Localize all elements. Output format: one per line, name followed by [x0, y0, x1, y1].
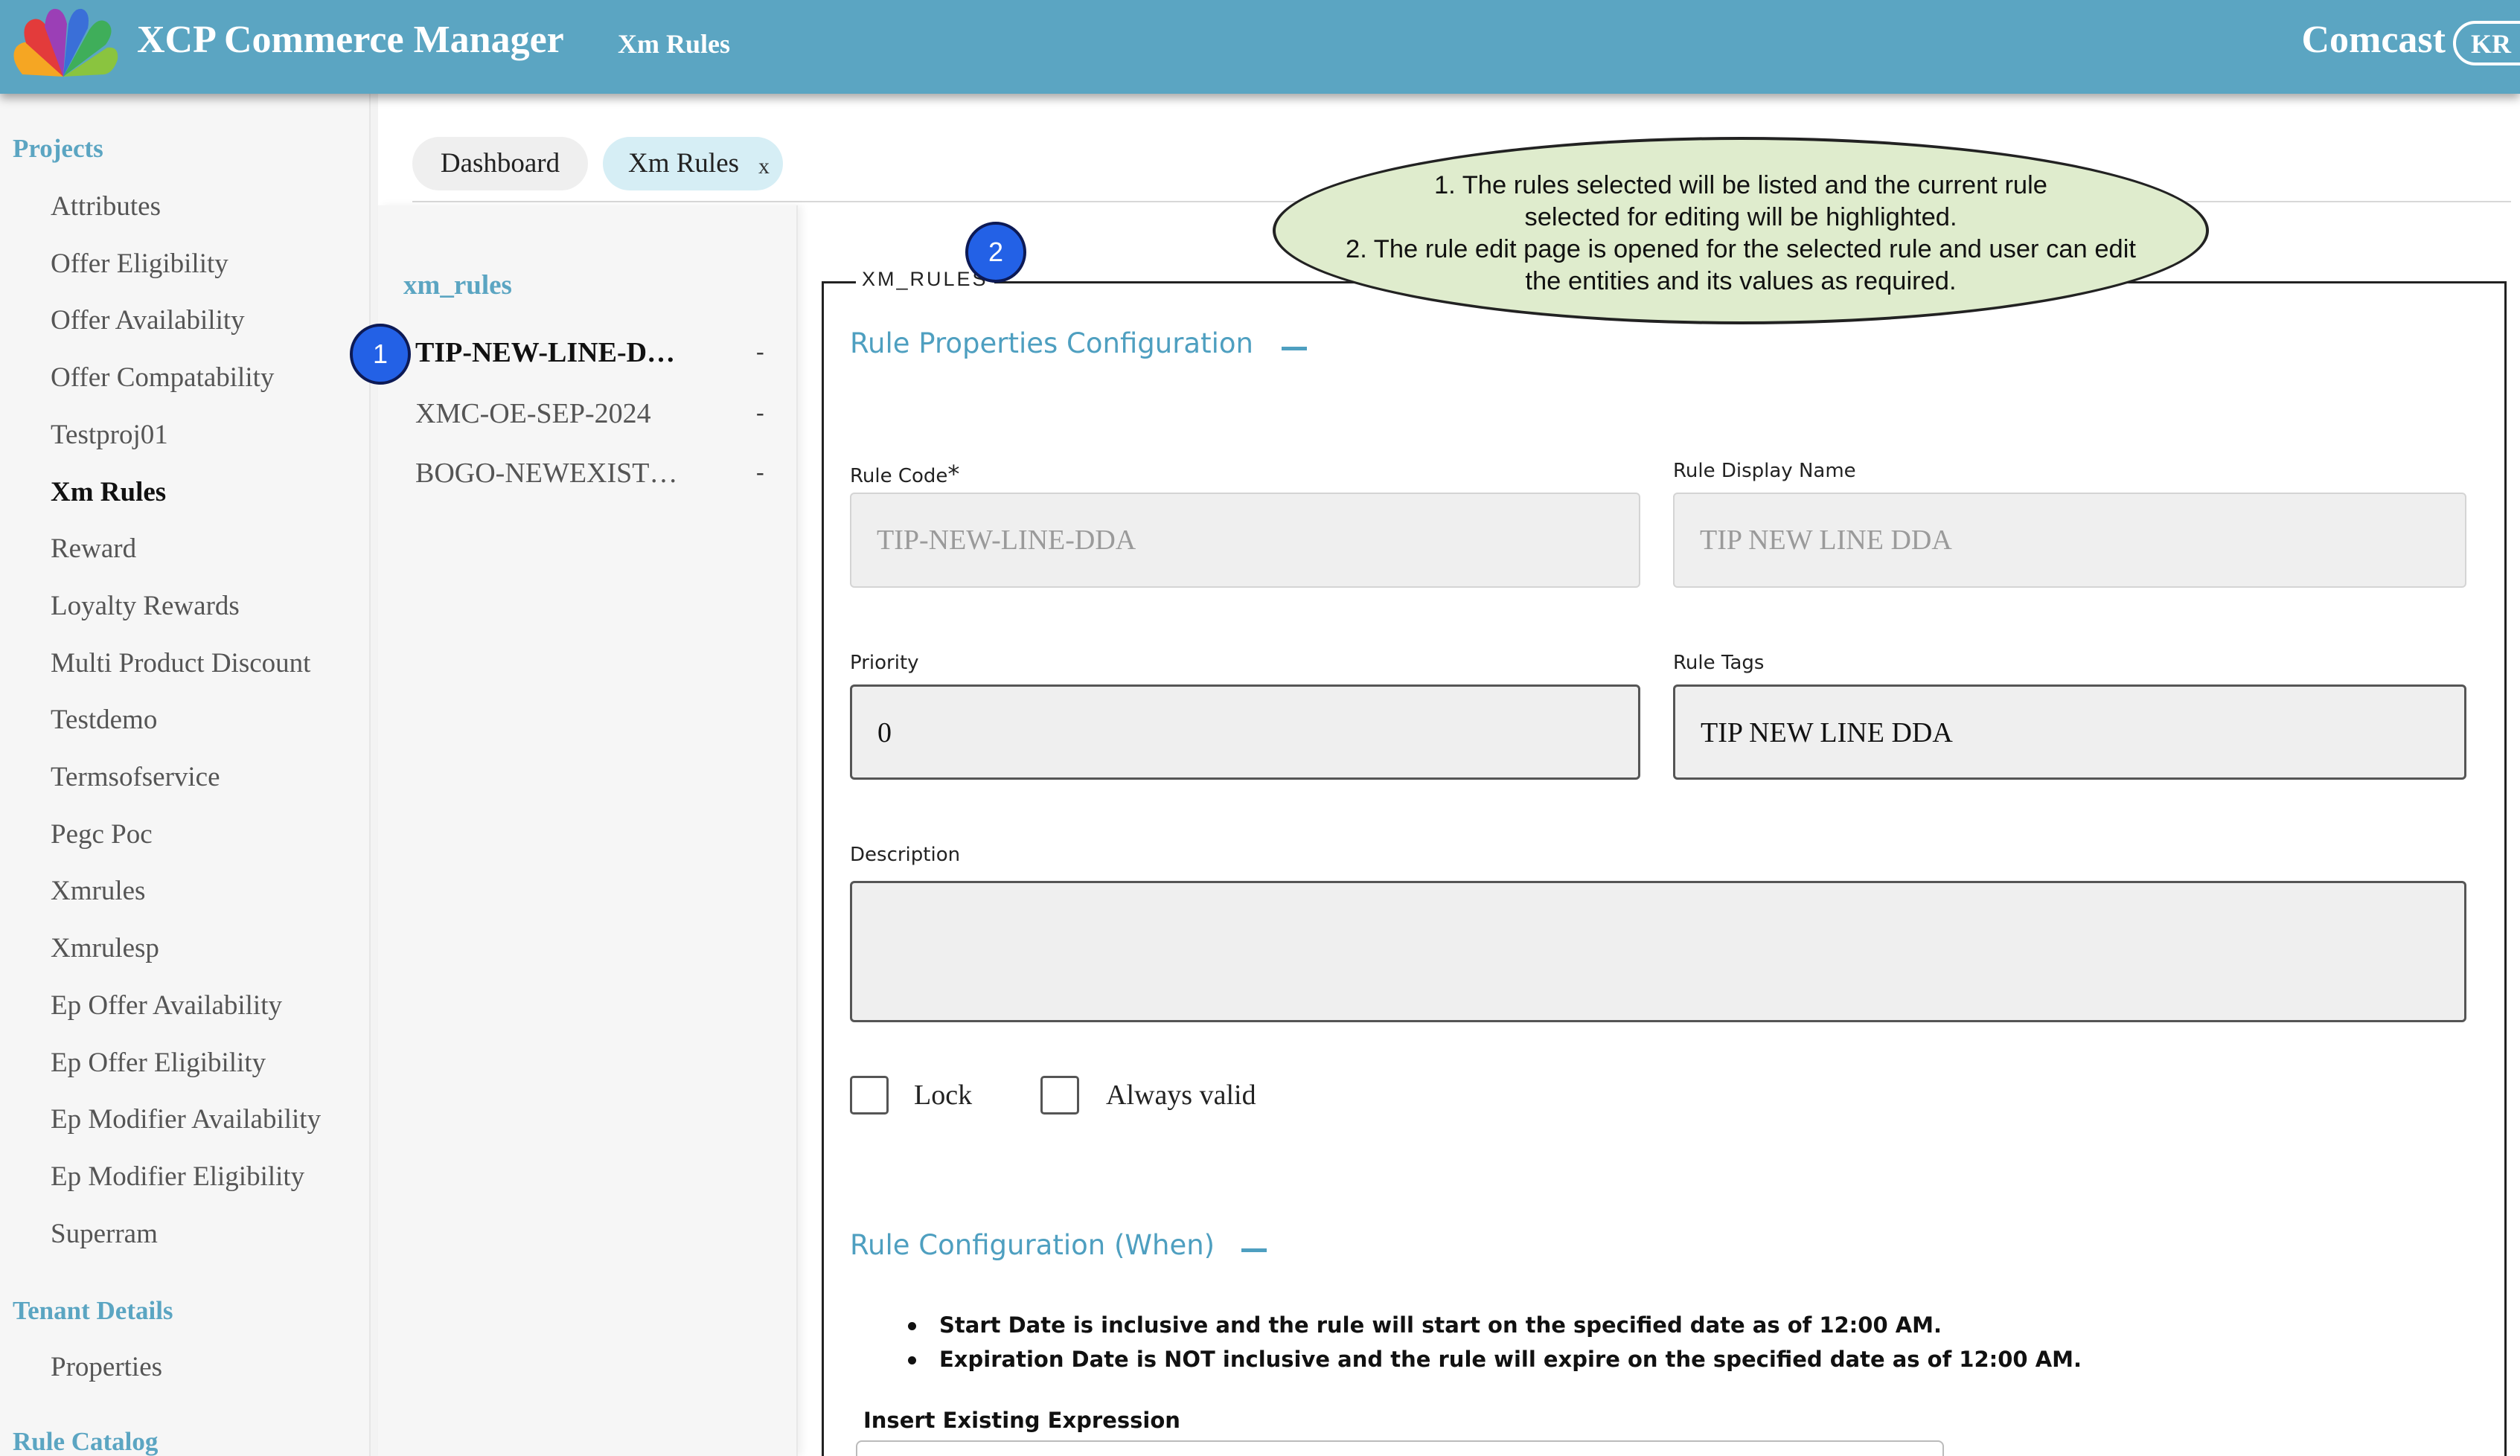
callout-line: selected for editing will be highlighted… [1524, 203, 1957, 231]
sidebar-item-pegc-poc[interactable]: Pegc Poc [51, 818, 153, 850]
rule-item-remove-button[interactable]: - [756, 338, 764, 365]
tab-close-icon[interactable]: x [758, 140, 770, 193]
sidebar-item-xmrulesp[interactable]: Xmrulesp [51, 932, 159, 964]
callout-line: the entities and its values as required. [1525, 267, 1957, 295]
sidebar-item-ep-offer-eligibility[interactable]: Ep Offer Eligibility [51, 1047, 266, 1079]
sidebar-section-rule-catalog[interactable]: Rule Catalog [13, 1427, 158, 1456]
sidebar-item-offer-compatability[interactable]: Offer Compatability [51, 362, 274, 394]
rule-display-name-label: Rule Display Name [1673, 460, 1856, 482]
note-start-date: Start Date is inclusive and the rule wil… [939, 1312, 1942, 1338]
peacock-logo-icon[interactable] [7, 6, 119, 80]
sidebar-item-superram[interactable]: Superram [51, 1218, 158, 1250]
rule-item[interactable]: BOGO-NEWEXIST… [415, 457, 678, 490]
annotation-marker-1: 1 [350, 324, 411, 385]
bullet-dot [908, 1356, 916, 1364]
lock-label[interactable]: Lock [914, 1079, 972, 1112]
rule-tags-label: Rule Tags [1673, 652, 1765, 674]
always-valid-checkbox[interactable] [1040, 1076, 1079, 1115]
section-title-rule-properties[interactable]: Rule Properties Configuration [850, 327, 1253, 359]
sidebar-item-xmrules[interactable]: Xmrules [51, 875, 145, 907]
description-label: Description [850, 844, 961, 866]
tab-dashboard[interactable]: Dashboard [412, 137, 588, 190]
priority-label: Priority [850, 652, 919, 674]
rule-list-panel [378, 205, 798, 1456]
collapse-icon[interactable] [1282, 347, 1307, 350]
rule-list-title[interactable]: xm_rules [403, 269, 512, 301]
callout-line: 1. The rules selected will be listed and… [1434, 171, 2047, 199]
description-textarea[interactable] [850, 881, 2466, 1022]
collapse-icon[interactable] [1241, 1248, 1267, 1252]
rule-tags-field[interactable]: TIP NEW LINE DDA [1673, 684, 2466, 780]
priority-field[interactable]: 0 [850, 684, 1640, 780]
sidebar-item-loyalty-rewards[interactable]: Loyalty Rewards [51, 590, 240, 622]
rule-item-active[interactable]: TIP-NEW-LINE-D… [415, 336, 675, 369]
sidebar-section-tenant-details[interactable]: Tenant Details [13, 1296, 173, 1326]
rule-item-remove-button[interactable]: - [756, 458, 764, 486]
bullet-dot [908, 1322, 916, 1330]
sidebar-item-xm-rules[interactable]: Xm Rules [51, 476, 166, 508]
sidebar-item-ep-offer-availability[interactable]: Ep Offer Availability [51, 990, 282, 1022]
sidebar-section-projects[interactable]: Projects [13, 134, 103, 164]
user-avatar[interactable]: KR [2453, 21, 2520, 65]
sidebar-item-testdemo[interactable]: Testdemo [51, 704, 157, 736]
brand-name: Comcast [2301, 19, 2446, 61]
rule-edit-fieldset [822, 281, 2507, 1456]
sidebar-item-properties[interactable]: Properties [51, 1351, 162, 1383]
note-expiration-date: Expiration Date is NOT inclusive and the… [939, 1347, 2082, 1372]
sidebar-item-offer-availability[interactable]: Offer Availability [51, 304, 245, 336]
annotation-marker-2: 2 [965, 222, 1026, 283]
rule-item[interactable]: XMC-OE-SEP-2024 [415, 397, 651, 430]
sidebar-item-ep-modifier-eligibility[interactable]: Ep Modifier Eligibility [51, 1161, 304, 1193]
app-title[interactable]: XCP Commerce Manager [137, 18, 564, 62]
section-title-rule-configuration-when[interactable]: Rule Configuration (When) [850, 1229, 1215, 1261]
sidebar-item-termsofservice[interactable]: Termsofservice [51, 761, 220, 793]
required-asterisk: * [947, 460, 960, 488]
sidebar-gutter [371, 94, 378, 1456]
lock-checkbox[interactable] [850, 1076, 889, 1115]
rule-display-name-field[interactable]: TIP NEW LINE DDA [1673, 493, 2466, 588]
sidebar-item-attributes[interactable]: Attributes [51, 190, 161, 222]
header-nav-xm-rules[interactable]: Xm Rules [618, 28, 730, 60]
insert-expression-label: Insert Existing Expression [863, 1408, 1180, 1433]
sidebar-item-testproj01[interactable]: Testproj01 [51, 419, 168, 451]
rule-item-remove-button[interactable]: - [756, 399, 764, 426]
insert-expression-select[interactable] [856, 1440, 1944, 1456]
sidebar-item-ep-modifier-availability[interactable]: Ep Modifier Availability [51, 1103, 321, 1135]
callout-line: 2. The rule edit page is opened for the … [1346, 235, 2136, 263]
annotation-callout: 1. The rules selected will be listed and… [1273, 137, 2209, 324]
always-valid-label[interactable]: Always valid [1106, 1079, 1256, 1112]
rule-code-field[interactable]: TIP-NEW-LINE-DDA [850, 493, 1640, 588]
tab-xm-rules-label: Xm Rules [628, 148, 740, 179]
sidebar-item-offer-eligibility[interactable]: Offer Eligibility [51, 248, 228, 280]
app-header: XCP Commerce Manager Xm Rules Comcast KR [0, 0, 2520, 94]
sidebar-item-reward[interactable]: Reward [51, 533, 136, 565]
sidebar-item-multi-product-discount[interactable]: Multi Product Discount [51, 647, 310, 679]
tab-xm-rules[interactable]: Xm Rules x [603, 137, 783, 190]
rule-code-label: Rule Code* [850, 460, 960, 488]
